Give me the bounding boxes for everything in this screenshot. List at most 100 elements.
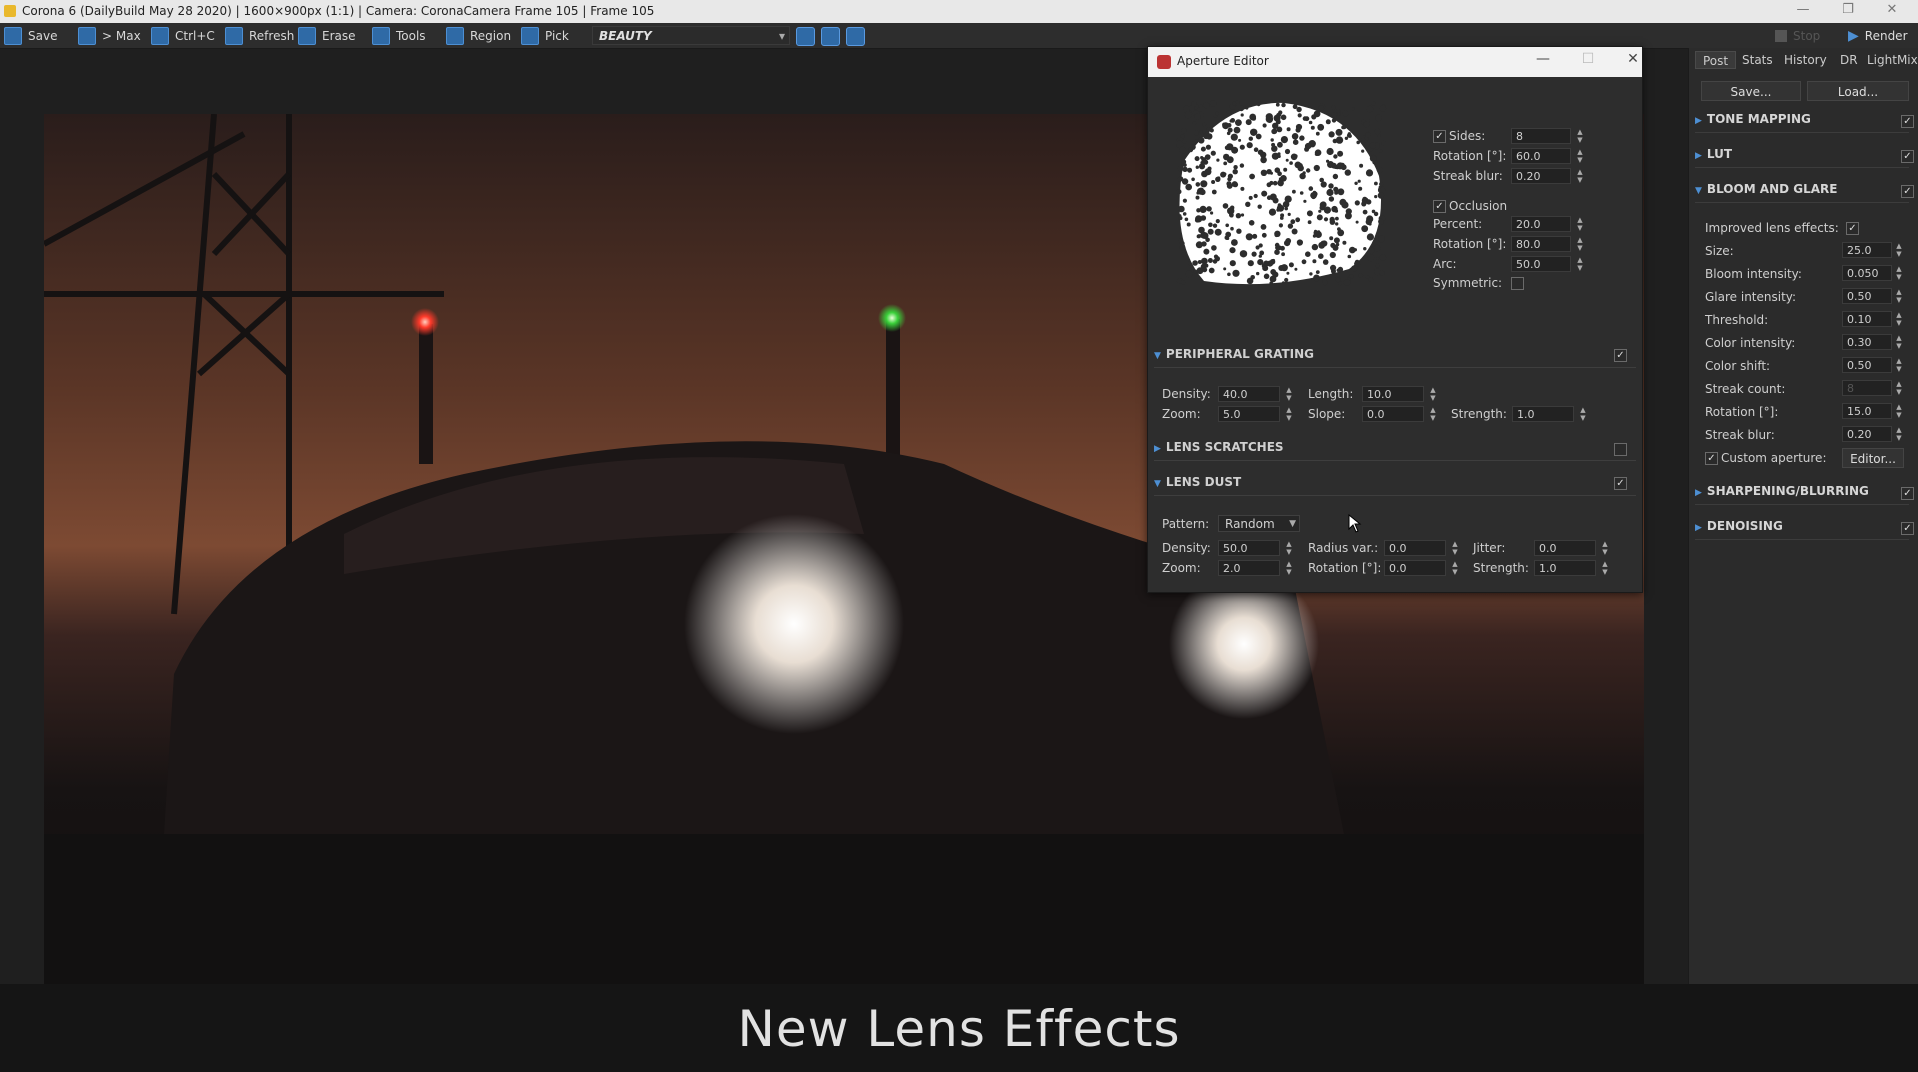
lens-dust-header[interactable]: ▼ LENS DUST	[1154, 475, 1636, 496]
dust-jitter-spinner-icon[interactable]: ▲ ▼	[1601, 540, 1609, 556]
occlusion-rotation-field[interactable]: 80.0	[1511, 236, 1571, 252]
max-button[interactable]: > Max	[78, 26, 141, 45]
render-button[interactable]: ▶ Render	[1848, 26, 1908, 45]
percent-field[interactable]: 20.0	[1511, 216, 1571, 232]
tab-history[interactable]: History	[1777, 51, 1834, 69]
bloom-intensity-spinner-icon[interactable]: ▲ ▼	[1895, 265, 1903, 281]
save-button[interactable]: Save	[4, 26, 57, 45]
bloom-rotation-field[interactable]: 15.0	[1842, 403, 1892, 419]
sides-field[interactable]: 8	[1511, 128, 1571, 144]
sharpening-checkbox[interactable]: ✓	[1901, 487, 1914, 500]
bloom-glare-checkbox[interactable]: ✓	[1901, 185, 1914, 198]
arc-spinner-icon[interactable]: ▲ ▼	[1576, 256, 1584, 272]
lut-checkbox[interactable]: ✓	[1901, 150, 1914, 163]
tab-stats[interactable]: Stats	[1735, 51, 1780, 69]
denoising-header[interactable]: ▶ DENOISING	[1695, 519, 1909, 540]
peripheral-grating-header[interactable]: ▼ PERIPHERAL GRATING	[1154, 347, 1636, 368]
dust-density-field[interactable]: 50.0	[1218, 540, 1280, 556]
pg-strength-field[interactable]: 1.0	[1512, 406, 1574, 422]
percent-spinner-icon[interactable]: ▲ ▼	[1576, 216, 1584, 232]
bloom-glare-header[interactable]: ▼ BLOOM AND GLARE	[1695, 182, 1909, 203]
pg-zoom-spinner-icon[interactable]: ▲ ▼	[1285, 406, 1293, 422]
color-shift-field[interactable]: 0.50	[1842, 357, 1892, 373]
streak-count-field[interactable]: 8	[1842, 380, 1892, 396]
dust-strength-spinner-icon[interactable]: ▲ ▼	[1601, 560, 1609, 576]
pg-length-field[interactable]: 10.0	[1362, 386, 1424, 402]
dust-pattern-dropdown[interactable]: Random ▼	[1218, 515, 1300, 532]
color-intensity-field[interactable]: 0.30	[1842, 334, 1892, 350]
tab-post[interactable]: Post	[1695, 51, 1737, 69]
bloom-streak-blur-field[interactable]: 0.20	[1842, 426, 1892, 442]
lut-header[interactable]: ▶ LUT	[1695, 147, 1909, 168]
occlusion-rotation-spinner-icon[interactable]: ▲ ▼	[1576, 236, 1584, 252]
sides-checkbox[interactable]: ✓	[1433, 130, 1446, 143]
color-intensity-spinner-icon[interactable]: ▲ ▼	[1895, 334, 1903, 350]
threshold-field[interactable]: 0.10	[1842, 311, 1892, 327]
pg-density-field[interactable]: 40.0	[1218, 386, 1280, 402]
arc-field[interactable]: 50.0	[1511, 256, 1571, 272]
dust-radius-spinner-icon[interactable]: ▲ ▼	[1451, 540, 1459, 556]
maximize-icon[interactable]: ❐	[1828, 2, 1868, 21]
lens-dust-checkbox[interactable]: ✓	[1614, 477, 1627, 490]
streak-blur-field[interactable]: 0.20	[1511, 168, 1571, 184]
zoom-in-icon[interactable]	[796, 27, 815, 46]
improved-lens-checkbox[interactable]: ✓	[1846, 222, 1859, 235]
render-pass-dropdown[interactable]: BEAUTY ▾	[592, 26, 790, 45]
close-icon[interactable]: ✕	[1618, 51, 1648, 67]
symmetric-checkbox[interactable]	[1511, 277, 1524, 290]
pg-strength-spinner-icon[interactable]: ▲ ▼	[1579, 406, 1587, 422]
glare-intensity-field[interactable]: 0.50	[1842, 288, 1892, 304]
copy-button[interactable]: Ctrl+C	[151, 26, 215, 45]
dust-rotation-spinner-icon[interactable]: ▲ ▼	[1451, 560, 1459, 576]
stop-button[interactable]: Stop	[1775, 26, 1820, 45]
dust-strength-field[interactable]: 1.0	[1534, 560, 1596, 576]
streak-blur-spinner-icon[interactable]: ▲ ▼	[1576, 168, 1584, 184]
close-icon[interactable]: ✕	[1872, 2, 1912, 21]
tools-button[interactable]: Tools	[372, 26, 426, 45]
region-button[interactable]: Region	[446, 26, 511, 45]
size-field[interactable]: 25.0	[1842, 242, 1892, 258]
size-spinner-icon[interactable]: ▲ ▼	[1895, 242, 1903, 258]
dust-zoom-spinner-icon[interactable]: ▲ ▼	[1285, 560, 1293, 576]
refresh-button[interactable]: Refresh	[225, 26, 294, 45]
pg-length-spinner-icon[interactable]: ▲ ▼	[1429, 386, 1437, 402]
maximize-icon[interactable]: ☐	[1573, 51, 1603, 67]
bloom-rotation-spinner-icon[interactable]: ▲ ▼	[1895, 403, 1903, 419]
streak-count-spinner-icon[interactable]: ▲ ▼	[1895, 380, 1903, 396]
dust-jitter-field[interactable]: 0.0	[1534, 540, 1596, 556]
post-save-button[interactable]: Save...	[1701, 81, 1801, 101]
threshold-spinner-icon[interactable]: ▲ ▼	[1895, 311, 1903, 327]
minimize-icon[interactable]: —	[1783, 2, 1823, 21]
erase-button[interactable]: Erase	[298, 26, 356, 45]
pg-slope-field[interactable]: 0.0	[1362, 406, 1424, 422]
aperture-editor-button[interactable]: Editor...	[1842, 448, 1904, 468]
rotation-spinner-icon[interactable]: ▲ ▼	[1576, 148, 1584, 164]
zoom-out-icon[interactable]	[821, 27, 840, 46]
tab-lightmix[interactable]: LightMix	[1860, 51, 1918, 69]
rotation-field[interactable]: 60.0	[1511, 148, 1571, 164]
peripheral-grating-checkbox[interactable]: ✓	[1614, 349, 1627, 362]
tone-mapping-header[interactable]: ▶ TONE MAPPING	[1695, 112, 1909, 133]
glare-intensity-spinner-icon[interactable]: ▲ ▼	[1895, 288, 1903, 304]
minimize-icon[interactable]: —	[1528, 51, 1558, 67]
dust-rotation-field[interactable]: 0.0	[1384, 560, 1446, 576]
dust-density-spinner-icon[interactable]: ▲ ▼	[1285, 540, 1293, 556]
pick-button[interactable]: Pick	[521, 26, 569, 45]
zoom-fit-icon[interactable]	[846, 27, 865, 46]
lens-scratches-header[interactable]: ▶ LENS SCRATCHES	[1154, 440, 1636, 461]
bloom-intensity-field[interactable]: 0.050	[1842, 265, 1892, 281]
lens-scratches-checkbox[interactable]	[1614, 443, 1627, 456]
occlusion-checkbox[interactable]: ✓	[1433, 200, 1446, 213]
color-shift-spinner-icon[interactable]: ▲ ▼	[1895, 357, 1903, 373]
pg-slope-spinner-icon[interactable]: ▲ ▼	[1429, 406, 1437, 422]
bloom-streak-blur-spinner-icon[interactable]: ▲ ▼	[1895, 426, 1903, 442]
dust-radius-field[interactable]: 0.0	[1384, 540, 1446, 556]
post-load-button[interactable]: Load...	[1807, 81, 1909, 101]
pg-zoom-field[interactable]: 5.0	[1218, 406, 1280, 422]
tone-mapping-checkbox[interactable]: ✓	[1901, 115, 1914, 128]
pg-density-spinner-icon[interactable]: ▲ ▼	[1285, 386, 1293, 402]
sides-spinner-icon[interactable]: ▲ ▼	[1576, 128, 1584, 144]
dust-zoom-field[interactable]: 2.0	[1218, 560, 1280, 576]
sharpening-header[interactable]: ▶ SHARPENING/BLURRING	[1695, 484, 1909, 505]
custom-aperture-checkbox[interactable]: ✓	[1705, 452, 1718, 465]
